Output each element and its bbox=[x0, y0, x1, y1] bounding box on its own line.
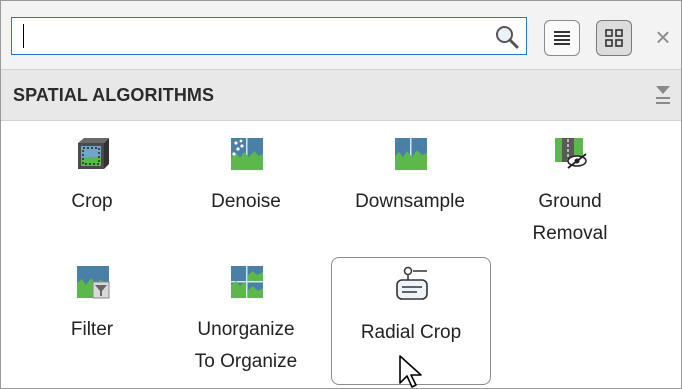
radial-crop-icon bbox=[396, 266, 428, 300]
item-label-line-2: To Organize bbox=[194, 351, 298, 372]
filter-icon bbox=[77, 266, 110, 299]
mouse-cursor-icon bbox=[399, 355, 422, 388]
item-label: Downsample bbox=[355, 191, 465, 212]
item-label: Denoise bbox=[211, 191, 281, 212]
item-label: Filter bbox=[70, 319, 114, 340]
ground-removal-icon bbox=[555, 138, 587, 169]
gallery-item-ground-removal[interactable]: Ground Removal bbox=[505, 123, 635, 244]
list-view-icon bbox=[554, 31, 570, 45]
item-label: Radial Crop bbox=[360, 322, 462, 343]
search-icon[interactable] bbox=[494, 24, 520, 50]
downsample-icon bbox=[395, 138, 427, 170]
algorithm-gallery-panel: × SPATIAL ALGORITHMS Crop Denoise Downsa… bbox=[0, 0, 682, 389]
search-field[interactable] bbox=[11, 17, 527, 56]
item-label: Ground bbox=[538, 191, 602, 212]
unorganize-icon bbox=[231, 266, 263, 298]
gallery-item-denoise[interactable]: Denoise bbox=[181, 123, 311, 243]
item-label-line-2: Removal bbox=[532, 223, 608, 244]
item-label: Unorganize bbox=[197, 319, 295, 340]
gallery-item-downsample[interactable]: Downsample bbox=[345, 123, 475, 243]
list-view-button[interactable] bbox=[544, 20, 580, 56]
section-title: SPATIAL ALGORITHMS bbox=[13, 85, 215, 105]
text-caret bbox=[23, 24, 24, 48]
section-header[interactable]: SPATIAL ALGORITHMS bbox=[1, 69, 681, 121]
close-icon[interactable]: × bbox=[653, 23, 673, 51]
search-input[interactable] bbox=[12, 18, 496, 56]
gallery-item-crop[interactable]: Crop bbox=[27, 123, 157, 243]
gallery-item-unorganize-to-organize[interactable]: Unorganize To Organize bbox=[181, 251, 311, 372]
grid-view-icon bbox=[605, 29, 623, 47]
gallery-item-filter[interactable]: Filter bbox=[27, 251, 157, 371]
denoise-icon bbox=[231, 138, 263, 170]
toolbar: × bbox=[1, 1, 681, 69]
grid-view-button[interactable] bbox=[596, 20, 632, 56]
item-label: Crop bbox=[71, 191, 113, 212]
collapse-section-icon[interactable] bbox=[653, 82, 673, 108]
crop-icon bbox=[78, 138, 109, 169]
